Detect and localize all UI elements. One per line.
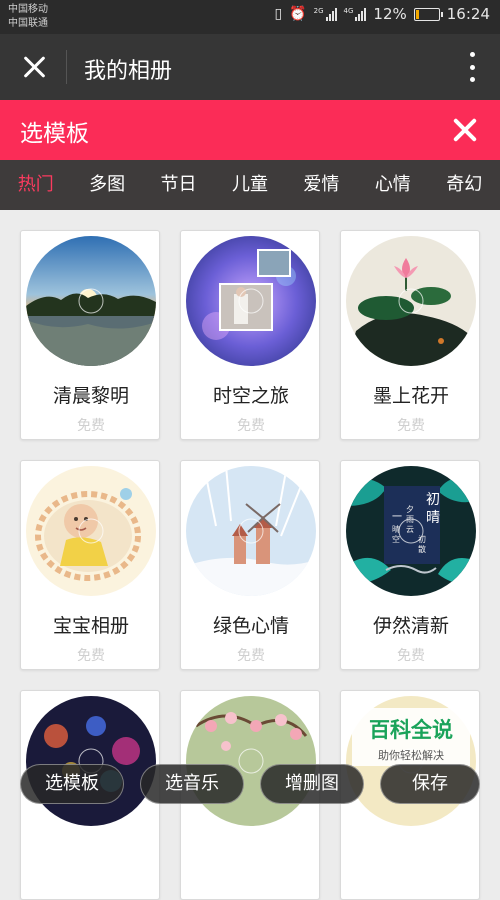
template-price: 免费 xyxy=(237,418,265,434)
template-price: 免费 xyxy=(397,418,425,434)
template-thumbnail xyxy=(26,466,156,596)
close-icon[interactable] xyxy=(18,51,50,83)
network-type-2: 4G xyxy=(343,7,354,15)
clock: 16:24 xyxy=(446,5,490,23)
thumb-text: 散 xyxy=(418,544,426,554)
status-icons: ▯ ⏰ 2G 4G 12% 16:24 xyxy=(274,5,490,23)
template-thumbnail xyxy=(26,696,156,826)
tab-mood[interactable]: 心情 xyxy=(357,160,428,210)
select-template-button[interactable]: 选模板 xyxy=(20,764,124,804)
save-button[interactable]: 保存 xyxy=(380,764,480,804)
watermark-logo: 百科全说 助你轻松解决 xyxy=(352,708,470,766)
template-card[interactable]: 时空之旅 免费 xyxy=(180,230,320,440)
template-thumbnail xyxy=(346,236,476,366)
bottom-action-bar: 选模板 选音乐 增删图 保存 xyxy=(0,764,500,804)
template-thumbnail: 初 晴 夕 雨 云 晴 空 初 散 一 xyxy=(346,466,476,596)
tab-multi-photo[interactable]: 多图 xyxy=(71,160,142,210)
status-bar: 中国移动 中国联通 ▯ ⏰ 2G 4G 12% 16:24 xyxy=(0,0,500,34)
template-name: 宝宝相册 xyxy=(52,615,129,637)
template-thumbnail xyxy=(26,236,156,366)
edit-photos-button[interactable]: 增删图 xyxy=(260,764,364,804)
template-card[interactable]: 宝宝相册 免费 xyxy=(20,460,160,670)
template-price: 免费 xyxy=(77,648,105,664)
battery-percent: 12% xyxy=(373,5,407,23)
network-type-1: 2G xyxy=(313,7,324,15)
more-icon[interactable] xyxy=(468,52,476,82)
category-tabs: 热门 多图 节日 儿童 爱情 心情 奇幻 xyxy=(0,160,500,210)
vibrate-icon: ▯ xyxy=(274,6,283,22)
signal-icon: 4G xyxy=(344,7,367,21)
template-thumbnail xyxy=(186,466,316,596)
tab-hot[interactable]: 热门 xyxy=(0,160,71,210)
thumb-text: 云 xyxy=(406,525,414,534)
thumb-text: 初 xyxy=(426,491,440,508)
signal-icon: 2G xyxy=(314,7,337,21)
template-panel-header: 选模板 xyxy=(0,100,500,160)
template-name: 时空之旅 xyxy=(212,385,289,407)
template-name: 绿色心情 xyxy=(212,615,289,637)
carrier-1: 中国移动 xyxy=(8,4,48,15)
carrier-info: 中国移动 中国联通 xyxy=(8,3,48,31)
divider xyxy=(66,50,67,84)
battery-icon xyxy=(413,7,443,21)
title-bar: 我的相册 xyxy=(0,34,500,100)
thumb-text: 一 xyxy=(392,512,402,523)
battery-fill xyxy=(415,9,419,19)
template-card[interactable]: 初 晴 夕 雨 云 晴 空 初 散 一 伊然清新 免费 xyxy=(340,460,480,670)
watermark-subtitle: 助你轻松解决 xyxy=(378,749,444,762)
template-price: 免费 xyxy=(77,418,105,434)
alarm-icon: ⏰ xyxy=(289,6,307,22)
template-thumbnail xyxy=(186,696,316,826)
thumb-text: 空 xyxy=(392,534,400,544)
select-music-button[interactable]: 选音乐 xyxy=(140,764,244,804)
panel-title: 选模板 xyxy=(20,121,89,147)
template-name: 墨上花开 xyxy=(372,385,449,407)
close-icon[interactable] xyxy=(450,115,480,145)
template-card[interactable]: 绿色心情 免费 xyxy=(180,460,320,670)
tab-fantasy[interactable]: 奇幻 xyxy=(429,160,500,210)
page-title: 我的相册 xyxy=(84,59,173,84)
thumb-text: 晴 xyxy=(426,510,440,526)
thumb-text: 夕 xyxy=(406,504,414,514)
template-name: 伊然清新 xyxy=(372,615,449,637)
template-price: 免费 xyxy=(397,648,425,664)
template-card[interactable]: 清晨黎明 免费 xyxy=(20,230,160,440)
tab-love[interactable]: 爱情 xyxy=(286,160,357,210)
template-name: 清晨黎明 xyxy=(52,385,129,407)
template-card[interactable]: 墨上花开 免费 xyxy=(340,230,480,440)
template-thumbnail xyxy=(186,236,316,366)
tab-festival[interactable]: 节日 xyxy=(143,160,214,210)
tab-children[interactable]: 儿童 xyxy=(214,160,285,210)
carrier-2: 中国联通 xyxy=(8,18,48,29)
watermark-title: 百科全说 xyxy=(369,718,453,742)
template-price: 免费 xyxy=(237,648,265,664)
